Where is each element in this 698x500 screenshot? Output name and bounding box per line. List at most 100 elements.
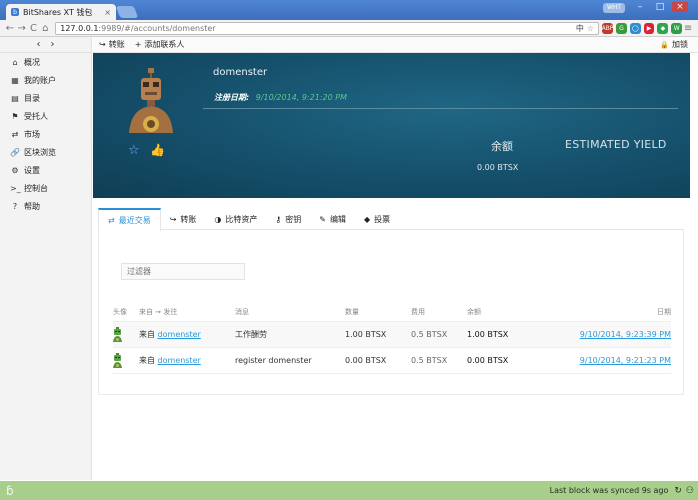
sidebar-history-nav: ‹ ›	[0, 37, 91, 53]
app-toolbar: ↪ 转账 + 添加联系人 🔒 加锁	[93, 37, 698, 53]
reload-icon[interactable]: C	[28, 23, 40, 34]
cell-from-to: 来自 domenster	[139, 321, 235, 348]
lock-label: 加锁	[672, 40, 688, 49]
browser-tab[interactable]: b BitShares XT 钱包 ×	[6, 4, 116, 20]
sidebar-item[interactable]: 🔗 区块浏览	[0, 143, 91, 161]
close-window-button[interactable]: ×	[672, 2, 688, 12]
transfer-link[interactable]: ↪ 转账	[99, 39, 125, 50]
adblock-extension-icon[interactable]: ABP	[602, 22, 613, 34]
sidebar-item-icon: ⇄	[11, 129, 19, 139]
sidebar-item-label: 目录	[24, 93, 40, 103]
add-contact-label: 添加联系人	[144, 40, 185, 49]
ime-indicator[interactable]: 中	[576, 23, 584, 34]
date-link[interactable]: 9/10/2014, 9:23:39 PM	[580, 330, 671, 339]
add-contact-link[interactable]: + 添加联系人	[135, 39, 185, 50]
col-fee: 费用	[411, 303, 467, 322]
maximize-button[interactable]: □	[652, 2, 668, 12]
tab-label: 转账	[180, 214, 197, 224]
tab-icon: ◑	[214, 214, 222, 224]
sidebar-item[interactable]: ⚙ 设置	[0, 161, 91, 179]
tab-label: 比特资产	[225, 214, 258, 224]
transfer-icon: ↪	[99, 40, 106, 49]
col-memo: 消息	[235, 303, 345, 322]
robot-avatar	[129, 68, 173, 133]
sidebar-item-icon: 🔗	[10, 147, 20, 157]
col-date: 日期	[547, 303, 671, 322]
account-tab[interactable]: ⇄ 最近交易	[98, 208, 161, 231]
sync-status: Last block was synced 9s ago	[549, 486, 669, 495]
home-icon[interactable]: ⌂	[39, 23, 51, 34]
cell-amount: 1.00 BTSX	[345, 321, 411, 348]
sidebar-item[interactable]: ▤ 目录	[0, 89, 91, 107]
approve-thumb-icon[interactable]: 👍	[150, 143, 165, 157]
cell-memo: 工作酬劳	[235, 321, 345, 348]
tab-label: 最近交易	[118, 216, 151, 225]
account-link[interactable]: domenster	[158, 330, 201, 339]
estimated-yield-label: ESTIMATED YIELD	[565, 138, 667, 151]
sidebar-item-label: 受托人	[24, 111, 48, 121]
window-controls: – □ ×	[632, 2, 688, 12]
account-link[interactable]: domenster	[158, 356, 201, 365]
sidebar-item-label: 设置	[24, 165, 40, 175]
new-tab-button[interactable]	[115, 6, 139, 18]
filter-input[interactable]	[121, 263, 245, 280]
account-tab[interactable]: ✎ 编辑	[310, 208, 355, 230]
sidebar-item[interactable]: ⇄ 市场	[0, 125, 91, 143]
url-host: 127.0.0.1	[60, 23, 99, 33]
balance-label: 余额	[491, 140, 513, 153]
status-bar: ɓ Last block was synced 9s ago ↻ ⚇	[0, 481, 698, 500]
back-arrow-icon[interactable]: ←	[4, 23, 16, 34]
cell-from-to: 来自 domenster	[139, 347, 235, 374]
transactions-panel: 头像 来自 ➞ 发往 消息 数量 费用 余额 日期 来自 domenster工作…	[98, 230, 684, 395]
tab-icon: ⚷	[275, 214, 282, 224]
sidebar-item-label: 帮助	[24, 201, 40, 211]
tab-icon: ↪	[169, 214, 177, 224]
sidebar-item-icon: ▦	[11, 75, 19, 85]
account-tab[interactable]: ⚷ 密钥	[266, 208, 310, 230]
account-tab[interactable]: ◑ 比特资产	[205, 208, 266, 230]
sidebar-item-icon: ▤	[11, 93, 19, 103]
date-link[interactable]: 9/10/2014, 9:21:23 PM	[580, 356, 671, 365]
extension-icon[interactable]: ◯	[629, 22, 641, 34]
tab-close-icon[interactable]: ×	[104, 8, 111, 17]
account-name: domenster	[213, 67, 268, 78]
table-row: 来自 domenster register domenster 0.00 BTSX 0…	[113, 347, 671, 374]
bookmark-star-icon[interactable]: ☆	[587, 24, 594, 33]
sidebar-item-label: 市场	[24, 129, 40, 139]
sidebar-item[interactable]: ▦ 我的账户	[0, 71, 91, 89]
refresh-icon[interactable]: ↻	[674, 486, 682, 496]
extension-icon[interactable]: ◆	[657, 22, 669, 34]
cell-memo: register domenster	[235, 347, 345, 374]
sidebar-item[interactable]: >_ 控制台	[0, 179, 91, 197]
extension-icon[interactable]: ▶	[643, 22, 655, 34]
table-header-row: 头像 来自 ➞ 发往 消息 数量 费用 余额 日期	[113, 303, 671, 322]
col-from-to: 来自 ➞ 发往	[139, 303, 235, 322]
sidebar-item-icon: ?	[12, 201, 18, 211]
lock-wallet-button[interactable]: 🔒 加锁	[660, 39, 688, 50]
account-tab[interactable]: ◆ 投票	[355, 208, 399, 230]
cell-amount: 0.00 BTSX	[345, 347, 411, 374]
favorite-star-icon[interactable]: ☆	[128, 143, 140, 158]
sidebar-item-label: 我的账户	[24, 75, 56, 85]
forward-arrow-icon[interactable]: →	[16, 23, 28, 34]
extension-icon[interactable]: G	[616, 22, 627, 34]
sidebar-item[interactable]: ? 帮助	[0, 197, 91, 215]
robot-avatar-small	[113, 326, 122, 342]
tab-label: 编辑	[329, 214, 346, 224]
menu-icon[interactable]: ≡	[682, 23, 694, 34]
minimize-button[interactable]: –	[632, 2, 648, 12]
account-tabs: ⇄ 最近交易 ↪ 转账 ◑ 比特资产 ⚷ 密钥 ✎ 编辑 ◆ 投票	[98, 208, 684, 231]
cell-date: 9/10/2014, 9:21:23 PM	[547, 347, 671, 374]
network-icon[interactable]: ⚇	[686, 486, 694, 496]
wechat-extension-icon[interactable]: W	[671, 22, 683, 34]
sidebar-item[interactable]: ⌂ 概况	[0, 53, 91, 71]
history-forward-icon[interactable]: ›	[51, 39, 55, 50]
account-tab[interactable]: ↪ 转账	[161, 208, 206, 230]
sidebar-item-label: 区块浏览	[24, 147, 56, 157]
window-user-badge[interactable]: WHT	[603, 3, 625, 13]
history-back-icon[interactable]: ‹	[37, 39, 41, 50]
sidebar-item-icon: >_	[10, 183, 21, 193]
address-bar[interactable]: 127.0.0.1 :9989/#/accounts/domenster 中 ☆	[55, 21, 599, 35]
sidebar: ‹ › ⌂ 概况 ▦ 我的账户 ▤ 目录 ⚑ 受托人 ⇄ 市场 🔗 区块浏览 ⚙ 设置 >_ 控制台? 帮助	[0, 37, 92, 480]
sidebar-item[interactable]: ⚑ 受托人	[0, 107, 91, 125]
